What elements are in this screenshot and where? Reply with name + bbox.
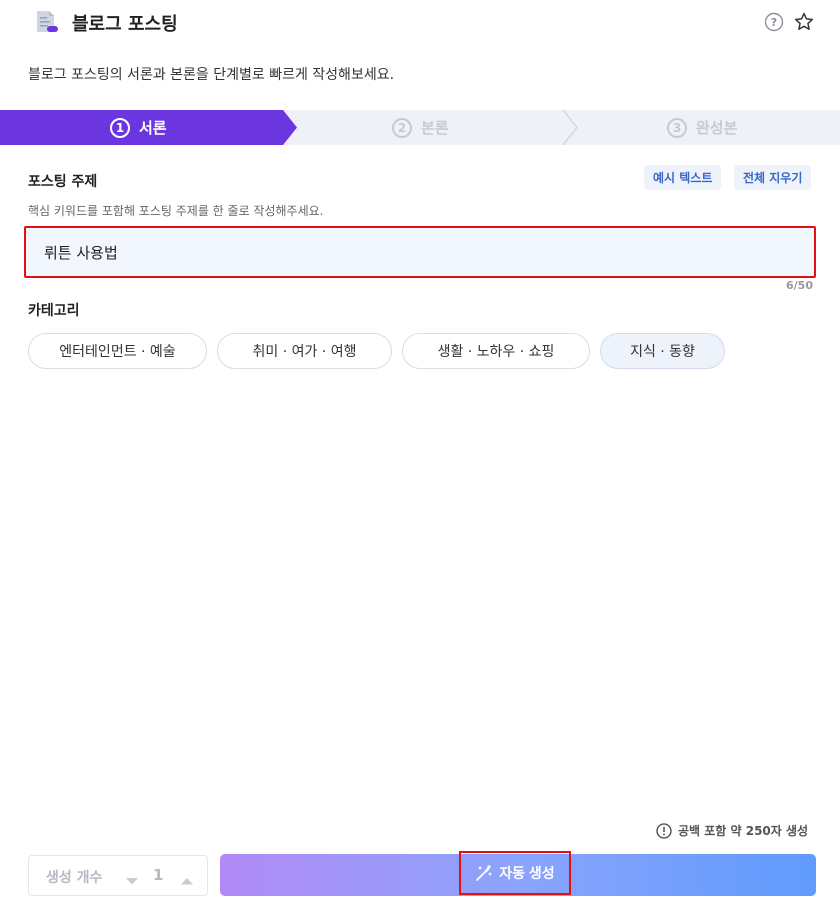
- category-knowledge-trends[interactable]: 지식 · 동향: [600, 333, 725, 369]
- step-body[interactable]: 2 본론: [392, 110, 449, 145]
- step-number: 3: [667, 117, 687, 138]
- svg-text:?: ?: [771, 16, 777, 29]
- step-number: 1: [110, 117, 130, 138]
- clear-all-button[interactable]: 전체 지우기: [734, 165, 812, 190]
- auto-generate-button[interactable]: 자동 생성: [220, 851, 816, 896]
- topic-input[interactable]: [26, 228, 814, 276]
- generation-count-stepper: 생성 개수 1: [28, 855, 208, 896]
- step-indicator: 1 서론 2 본론 3 완성본: [0, 110, 840, 145]
- page-title: 블로그 포스팅: [72, 14, 178, 35]
- category-label: 카테고리: [28, 303, 80, 319]
- topic-input-container: [24, 226, 816, 278]
- length-notice: 공백 포함 약 250자 생성: [656, 822, 808, 839]
- generate-button-label: 자동 생성: [499, 865, 555, 881]
- header: 블로그 포스팅 ?: [0, 0, 840, 46]
- step-final[interactable]: 3 완성본: [667, 110, 737, 145]
- decrement-icon[interactable]: [125, 871, 139, 885]
- count-value: 1: [153, 866, 164, 884]
- page-subtitle: 블로그 포스팅의 서론과 본론을 단계별로 빠르게 작성해보세요.: [28, 67, 395, 83]
- magic-wand-icon: [475, 864, 493, 882]
- increment-icon[interactable]: [180, 871, 194, 885]
- category-living-shopping[interactable]: 생활 · 노하우 · 쇼핑: [402, 333, 590, 369]
- character-counter: 6/50: [786, 279, 813, 292]
- step-label: 본론: [421, 119, 449, 137]
- document-icon: [33, 9, 59, 35]
- topic-label: 포스팅 주제: [28, 174, 98, 190]
- generate-button-content: 자동 생성: [459, 851, 571, 895]
- example-text-button[interactable]: 예시 텍스트: [644, 165, 722, 190]
- step-number: 2: [392, 117, 412, 138]
- length-notice-text: 공백 포함 약 250자 생성: [678, 824, 809, 838]
- step-intro[interactable]: 1 서론: [110, 110, 167, 145]
- help-circle-icon[interactable]: ?: [764, 12, 784, 32]
- step-label: 완성본: [696, 119, 738, 137]
- topic-help-text: 핵심 키워드를 포함해 포스팅 주제를 한 줄로 작성해주세요.: [28, 204, 324, 218]
- star-outline-icon[interactable]: [793, 11, 815, 33]
- category-entertainment-art[interactable]: 엔터테인먼트 · 예술: [28, 333, 207, 369]
- count-label: 생성 개수: [46, 870, 103, 886]
- category-hobby-travel[interactable]: 취미 · 여가 · 여행: [217, 333, 392, 369]
- step-label: 서론: [139, 119, 167, 137]
- info-circle-icon: [656, 822, 672, 839]
